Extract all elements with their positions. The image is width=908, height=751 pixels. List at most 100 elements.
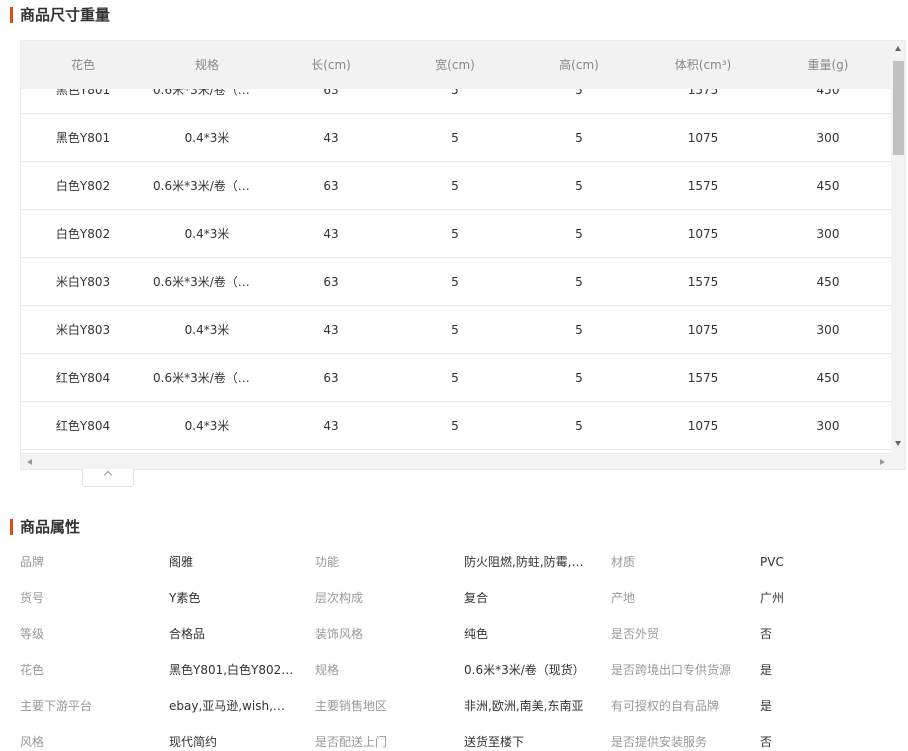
attribute-label: 是否配送上门 bbox=[315, 735, 388, 749]
table-cell: 红色Y804 bbox=[55, 419, 111, 433]
table-cell: 450 bbox=[816, 179, 840, 193]
attribute-value: 否 bbox=[760, 627, 773, 641]
attribute-row: 风格 现代简约 是否配送上门 送货至楼下 是否提供安装服务 否 bbox=[0, 724, 908, 751]
table-cell: 5 bbox=[451, 275, 459, 289]
attribute-value: 送货至楼下 bbox=[464, 735, 525, 749]
table-row: 白色Y802 0.6米*3米/卷（现货） 63 5 5 1575 450 bbox=[21, 162, 891, 210]
table-cell: 1075 bbox=[687, 227, 719, 241]
attribute-row: 品牌 阁雅 功能 防火阻燃,防蛀,防霉,防水 材质 PVC bbox=[0, 544, 908, 580]
table-cell: 0.4*3米 bbox=[184, 419, 230, 433]
attribute-value: 纯色 bbox=[464, 627, 489, 641]
table-row: 白色Y802 0.4*3米 43 5 5 1075 300 bbox=[21, 210, 891, 258]
column-header: 重量(g) bbox=[807, 58, 849, 72]
scroll-right-arrow-icon[interactable] bbox=[880, 459, 885, 465]
table-cell: 1575 bbox=[687, 275, 719, 289]
scrollbar-corner bbox=[891, 453, 905, 469]
table-cell: 43 bbox=[323, 227, 339, 241]
table-header: 花色 规格 长(cm) 宽(cm) 高(cm) 体积(cm³) 重量(g) bbox=[21, 41, 891, 89]
table-cell: 0.6米*3米/卷（现货） bbox=[153, 179, 269, 193]
table-cell: 5 bbox=[451, 371, 459, 385]
table-row: 米白Y803 0.6米*3米/卷（现货） 63 5 5 1575 450 bbox=[21, 258, 891, 306]
table-cell: 5 bbox=[451, 131, 459, 145]
size-weight-section-title: 商品尺寸重量 bbox=[10, 6, 110, 24]
column-header: 花色 bbox=[70, 58, 95, 72]
attribute-value: 否 bbox=[760, 735, 773, 749]
table-cell: 白色Y802 bbox=[55, 179, 111, 193]
table-cell: 43 bbox=[323, 131, 339, 145]
attribute-value: 是 bbox=[760, 663, 773, 677]
table-body: 黑色Y801 0.6米*3米/卷（现货） 63 5 5 1575 450 黑色Y801 0.4*… bbox=[21, 66, 891, 450]
attribute-value: 防火阻燃,防蛀,防霉,防水 bbox=[464, 555, 589, 569]
table-cell: 63 bbox=[323, 371, 339, 385]
attribute-row: 等级 合格品 装饰风格 纯色 是否外贸 否 bbox=[0, 616, 908, 652]
attribute-label: 货号 bbox=[20, 591, 45, 605]
table-cell: 300 bbox=[816, 131, 840, 145]
table-cell: 1075 bbox=[687, 419, 719, 433]
table-cell: 5 bbox=[451, 227, 459, 241]
table-cell: 白色Y802 bbox=[55, 227, 111, 241]
attribute-value: 广州 bbox=[760, 591, 785, 605]
attribute-value: 复合 bbox=[464, 591, 489, 605]
attribute-row: 花色 黑色Y801,白色Y802,米白Y803 规格 0.6米*3米/卷（现货） 是否跨… bbox=[0, 652, 908, 688]
table-cell: 米白Y803 bbox=[55, 275, 111, 289]
table-cell: 300 bbox=[816, 227, 840, 241]
table-cell: 1075 bbox=[687, 131, 719, 145]
chevron-up-icon bbox=[103, 470, 113, 480]
column-header: 规格 bbox=[194, 58, 219, 72]
vertical-scrollbar[interactable] bbox=[891, 41, 905, 453]
attribute-label: 主要销售地区 bbox=[315, 699, 388, 713]
table-cell: 5 bbox=[575, 323, 583, 337]
table-cell: 5 bbox=[451, 419, 459, 433]
table-row: 红色Y804 0.6米*3米/卷（现货） 63 5 5 1575 450 bbox=[21, 354, 891, 402]
attribute-value: 合格品 bbox=[169, 627, 206, 641]
attribute-label: 规格 bbox=[315, 663, 340, 677]
scroll-left-arrow-icon[interactable] bbox=[27, 459, 32, 465]
table-cell: 63 bbox=[323, 179, 339, 193]
table-row: 黑色Y801 0.4*3米 43 5 5 1075 300 bbox=[21, 114, 891, 162]
table-cell: 0.4*3米 bbox=[184, 323, 230, 337]
attribute-value: ebay,亚马逊,wish,速卖通 bbox=[169, 699, 294, 713]
attribute-label: 是否跨境出口专供货源 bbox=[611, 663, 732, 677]
column-header: 体积(cm³) bbox=[674, 58, 732, 72]
attribute-value: 是 bbox=[760, 699, 773, 713]
table-cell: 5 bbox=[575, 275, 583, 289]
vertical-scroll-thumb[interactable] bbox=[893, 61, 904, 155]
attribute-value: 0.6米*3米/卷（现货） bbox=[464, 663, 585, 677]
attribute-label: 风格 bbox=[20, 735, 45, 749]
table-cell: 5 bbox=[575, 227, 583, 241]
collapse-table-button[interactable] bbox=[82, 469, 134, 487]
scroll-up-arrow-icon[interactable] bbox=[895, 46, 901, 51]
table-cell: 450 bbox=[816, 371, 840, 385]
attribute-value: 非洲,欧洲,南美,东南亚 bbox=[464, 699, 584, 713]
table-cell: 0.6米*3米/卷（现货） bbox=[153, 371, 269, 385]
table-cell: 5 bbox=[575, 371, 583, 385]
attribute-label: 等级 bbox=[20, 627, 45, 641]
attribute-row: 货号 Y素色 层次构成 复合 产地 广州 bbox=[0, 580, 908, 616]
table-cell: 0.4*3米 bbox=[184, 131, 230, 145]
attribute-value: 现代简约 bbox=[169, 735, 218, 749]
attribute-row: 主要下游平台 ebay,亚马逊,wish,速卖通 主要销售地区 非洲,欧洲,南美,东南… bbox=[0, 688, 908, 724]
table-cell: 1075 bbox=[687, 323, 719, 337]
table-cell: 米白Y803 bbox=[55, 323, 111, 337]
table-cell: 300 bbox=[816, 419, 840, 433]
table-cell: 5 bbox=[575, 419, 583, 433]
table-cell: 63 bbox=[323, 275, 339, 289]
size-weight-table: 黑色Y801 0.6米*3米/卷（现货） 63 5 5 1575 450 黑色Y801 0.4*… bbox=[20, 40, 906, 470]
table-cell: 5 bbox=[451, 323, 459, 337]
scroll-down-arrow-icon[interactable] bbox=[895, 441, 901, 446]
table-row: 红色Y804 0.4*3米 43 5 5 1075 300 bbox=[21, 402, 891, 450]
horizontal-scrollbar[interactable] bbox=[21, 453, 891, 469]
table-cell: 5 bbox=[451, 179, 459, 193]
attribute-value: Y素色 bbox=[169, 591, 201, 605]
column-header: 高(cm) bbox=[559, 58, 599, 72]
table-cell: 0.6米*3米/卷（现货） bbox=[153, 275, 269, 289]
table-cell: 1575 bbox=[687, 179, 719, 193]
table-cell: 43 bbox=[323, 419, 339, 433]
column-header: 长(cm) bbox=[311, 58, 351, 72]
attributes-section-title: 商品属性 bbox=[10, 518, 80, 536]
table-cell: 43 bbox=[323, 323, 339, 337]
table-row: 米白Y803 0.4*3米 43 5 5 1075 300 bbox=[21, 306, 891, 354]
attribute-value: PVC bbox=[760, 555, 784, 569]
table-cell: 5 bbox=[575, 179, 583, 193]
attribute-label: 是否外贸 bbox=[611, 627, 660, 641]
